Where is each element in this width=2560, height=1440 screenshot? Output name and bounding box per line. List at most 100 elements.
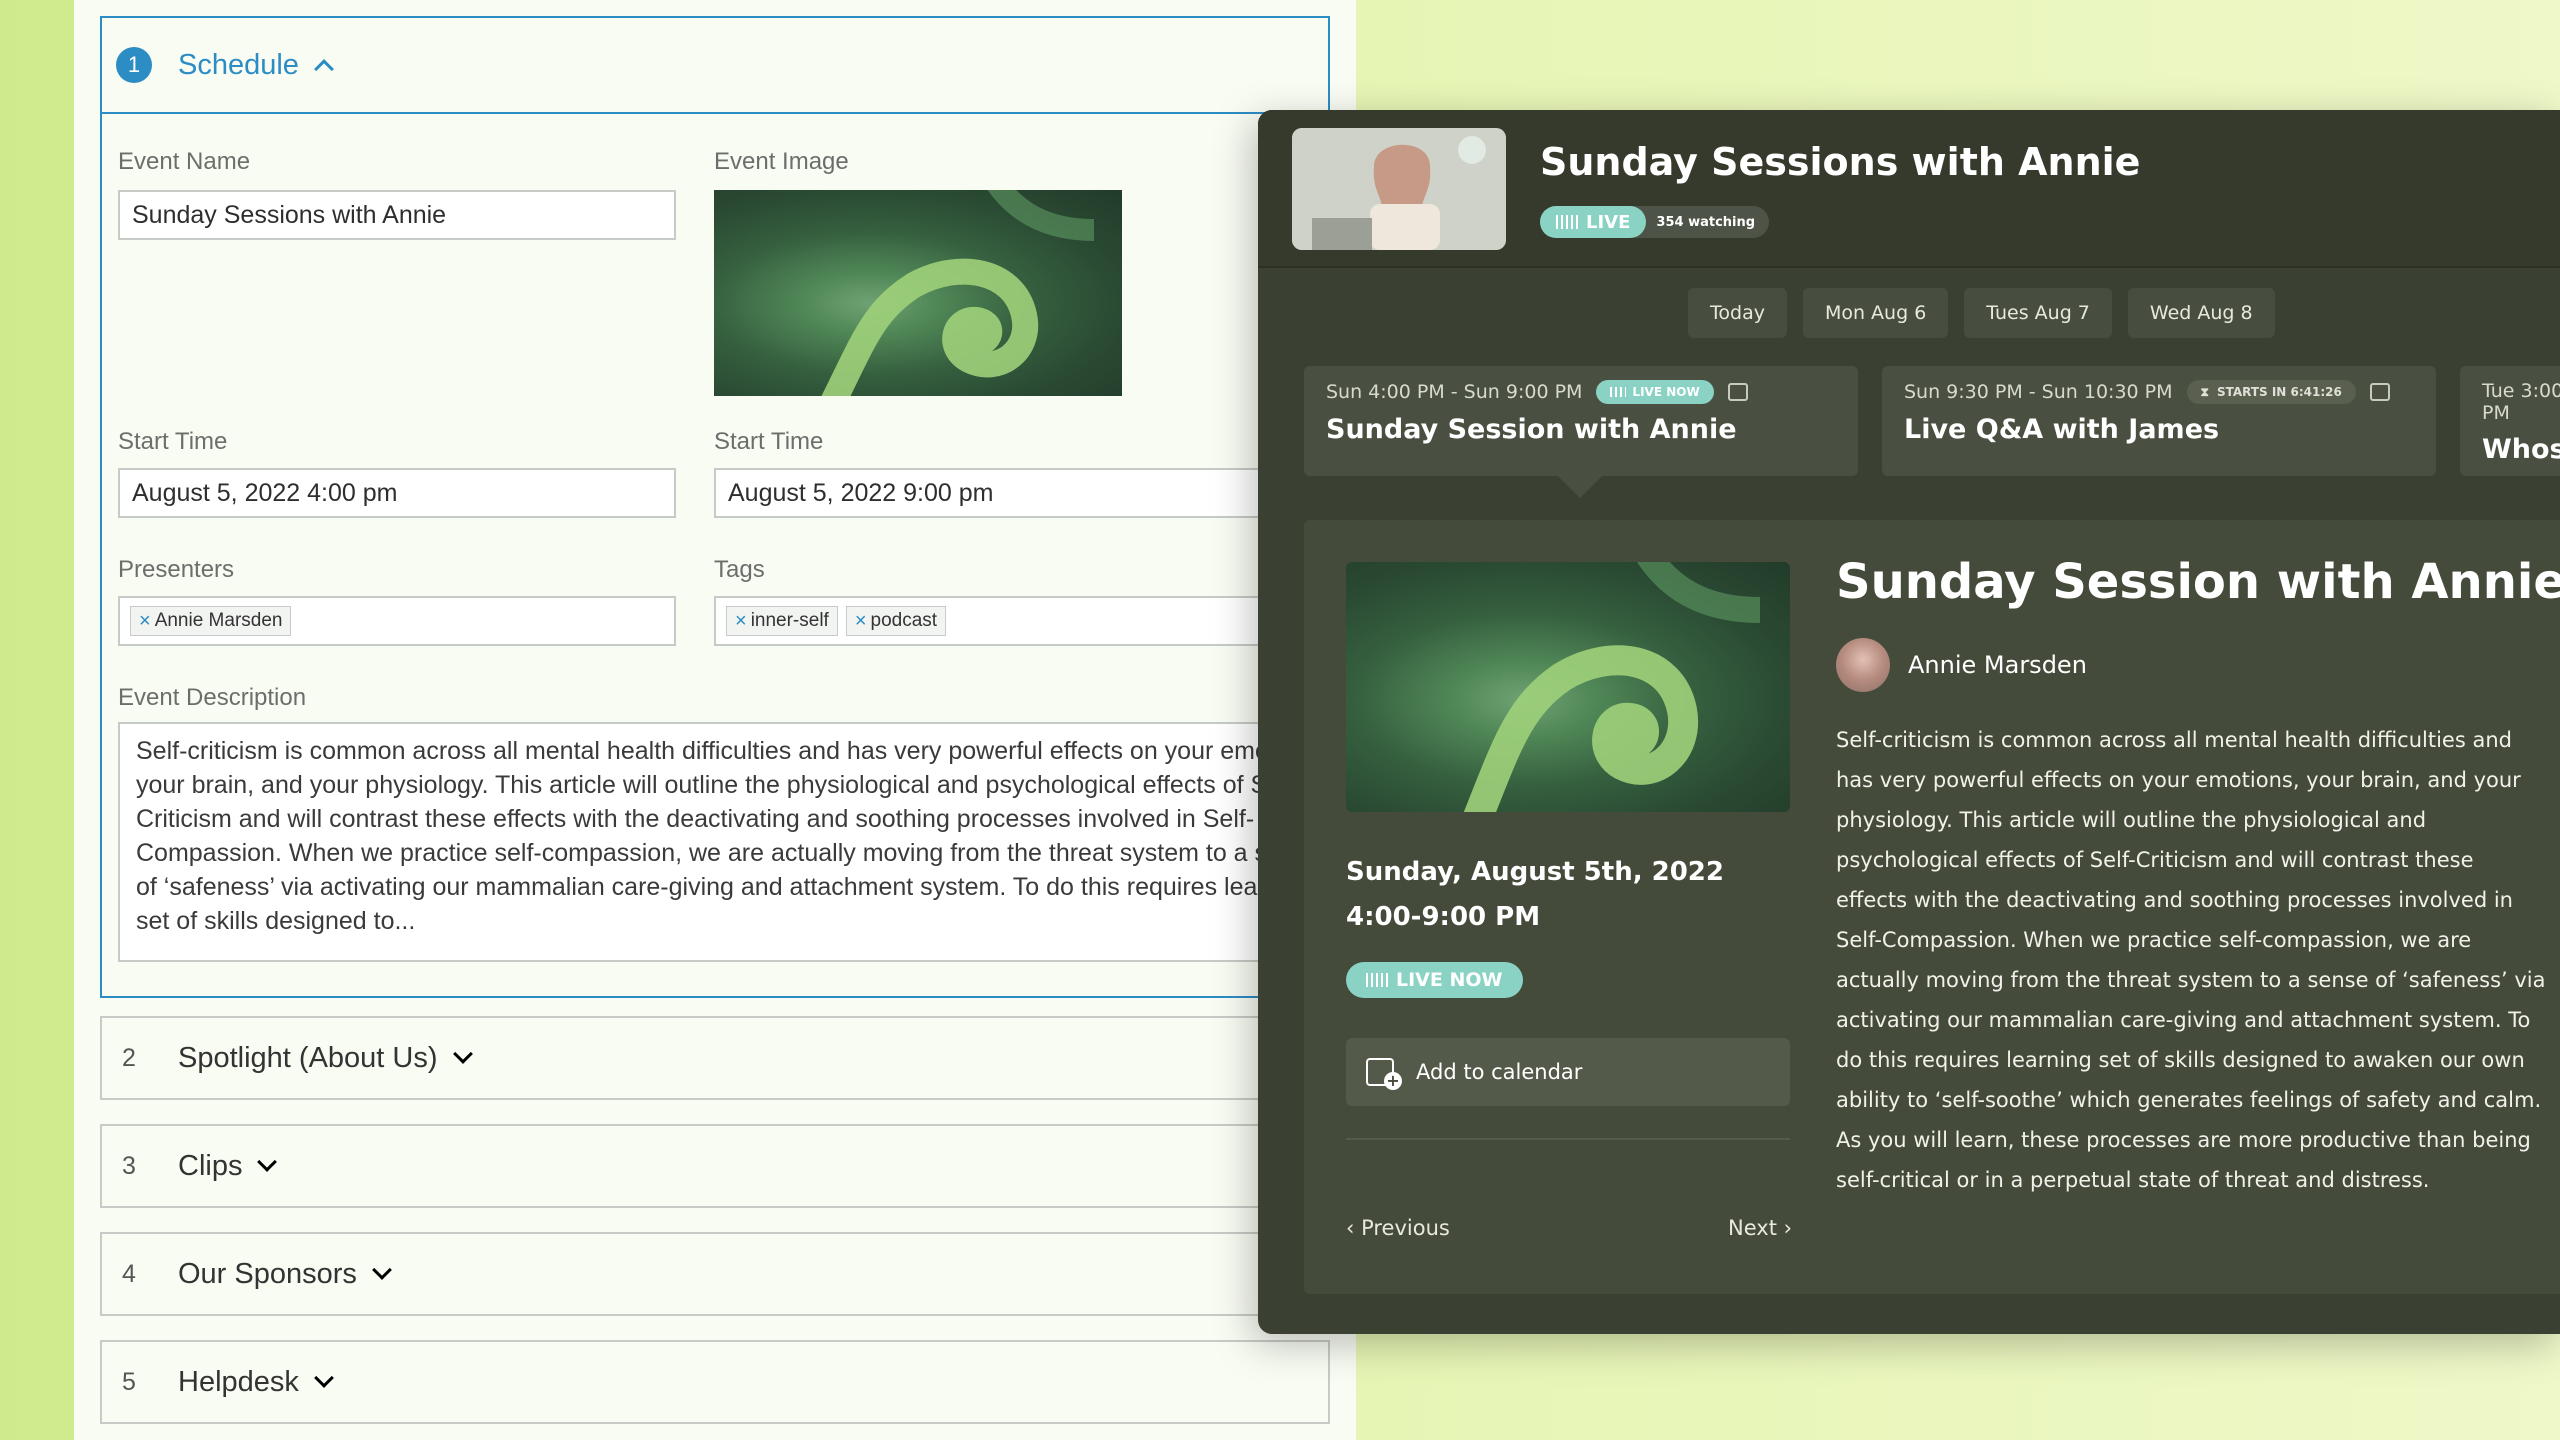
remove-icon[interactable]: × [139,610,151,633]
add-to-calendar-label: Add to calendar [1416,1060,1583,1084]
next-label: Next [1728,1216,1777,1240]
session-time-row: Sun 4:00 PM - Sun 9:00 PM LIVE NOW [1326,380,1836,404]
chevron-right-icon: › [1776,1216,1792,1240]
stream-thumbnail[interactable] [1292,128,1506,250]
section-title: Helpdesk [178,1365,299,1398]
presenter[interactable]: Annie Marsden [1836,638,2087,692]
live-wave-icon [1610,387,1627,397]
event-name-field[interactable]: Sunday Sessions with Annie [118,190,676,240]
next-button[interactable]: Next › [1728,1216,1792,1240]
section-number: 3 [122,1151,136,1180]
live-badge: LIVE [1540,206,1647,238]
avatar [1836,638,1890,692]
tag-chip[interactable]: × inner-self [726,606,838,636]
session-time: Sun 4:00 PM - Sun 9:00 PM [1326,381,1583,403]
section-schedule-header[interactable]: 1 Schedule [102,18,1328,114]
section-schedule: 1 Schedule Event Name Sunday Sessions wi… [100,16,1348,998]
session-title: Sunday Session with Annie [1326,414,1737,445]
session-card-active[interactable]: Sun 4:00 PM - Sun 9:00 PM LIVE NOW Sunda… [1304,366,1858,476]
badge-label: LIVE NOW [1632,385,1700,399]
starts-in-badge: ⧗ STARTS IN 6:41:26 [2186,380,2356,404]
section-helpdesk[interactable]: 5 Helpdesk [100,1340,1330,1424]
add-to-calendar-button[interactable]: + Add to calendar [1346,1038,1790,1106]
presenter-chip[interactable]: × Annie Marsden [130,606,292,636]
description-field[interactable]: Self-criticism is common across all ment… [118,722,1348,962]
event-player: Sunday Sessions with Annie LIVE 354 watc… [1258,110,2560,1334]
badge-label: STARTS IN 6:41:26 [2216,385,2342,399]
session-description: Self-criticism is common across all ment… [1836,728,2546,1192]
section-title: Our Sponsors [178,1257,357,1290]
section-title: Spotlight (About Us) [178,1041,438,1074]
session-time: Sun 9:30 PM - Sun 10:30 PM [1904,381,2173,403]
session-card[interactable]: Tue 3:00 PM Whose go [2460,366,2560,476]
event-image[interactable] [714,190,1122,396]
watching-count: 354 watching [1656,214,1756,230]
chevron-down-icon[interactable] [452,1044,473,1064]
section-number: 1 [116,47,152,83]
session-time-row: Tue 3:00 PM [2482,380,2560,424]
session-image [1346,562,1790,812]
session-date: Sunday, August 5th, 2022 4:00-9:00 PM [1346,850,1724,940]
live-label: LIVE [1586,211,1631,233]
player-title: Sunday Sessions with Annie [1540,140,2141,184]
section-number: 4 [122,1259,136,1288]
presenter-name: Annie Marsden [1908,651,2087,679]
section-title: Clips [178,1149,243,1182]
remove-icon[interactable]: × [855,610,867,633]
presenters-field[interactable]: × Annie Marsden [118,596,676,646]
tab-tues-aug-7[interactable]: Tues Aug 7 [1964,288,2112,338]
tags-field[interactable]: × inner-self × podcast [714,596,1334,646]
presenters-label: Presenters [118,556,235,583]
live-wave-icon [1366,973,1388,987]
section-sponsors[interactable]: 4 Our Sponsors [100,1232,1330,1316]
tags-label: Tags [714,556,765,583]
start-time-label: Start Time [118,428,228,455]
hourglass-icon: ⧗ [2200,384,2209,399]
session-title: Whose go [2482,434,2560,465]
plus-icon: + [1384,1072,1402,1090]
previous-button[interactable]: ‹ Previous [1346,1216,1450,1240]
card-pointer [1558,476,1602,498]
live-now-badge: LIVE NOW [1596,380,1714,404]
event-image-label: Event Image [714,148,849,175]
event-name-label: Event Name [118,148,251,175]
day-tabs: Today Mon Aug 6 Tues Aug 7 Wed Aug 8 [1688,288,2275,338]
start-time-field[interactable]: August 5, 2022 4:00 pm [118,468,676,518]
session-time-range: 4:00-9:00 PM [1346,902,1541,932]
section-spotlight[interactable]: 2 Spotlight (About Us) [100,1016,1330,1100]
tag-chip[interactable]: × podcast [845,606,947,636]
chevron-up-icon[interactable] [314,59,334,79]
live-wave-icon [1556,215,1578,229]
session-time: Tue 3:00 PM [2482,380,2560,424]
session-title: Sunday Session with Annie [1836,554,2560,610]
previous-label: Previous [1361,1216,1450,1240]
section-title: Schedule [178,48,299,81]
tab-wed-aug-8[interactable]: Wed Aug 8 [2127,288,2275,338]
section-number: 5 [122,1367,136,1396]
remove-icon[interactable]: × [735,610,747,633]
player-header: Sunday Sessions with Annie LIVE 354 watc… [1258,110,2560,268]
session-title: Live Q&A with James [1904,414,2220,445]
calendar-add-icon[interactable] [2369,383,2390,401]
chevron-left-icon: ‹ [1346,1216,1362,1240]
description-label: Event Description [118,684,307,711]
live-indicator: LIVE 354 watching [1540,206,1770,238]
session-date-text: Sunday, August 5th, 2022 [1346,857,1724,887]
tab-today[interactable]: Today [1688,288,1787,338]
chevron-down-icon[interactable] [372,1260,392,1280]
calendar-add-icon[interactable] [1727,383,1748,401]
section-number: 2 [122,1043,136,1072]
live-now-badge: LIVE NOW [1346,962,1523,998]
end-time-field[interactable]: August 5, 2022 9:00 pm [714,468,1334,518]
tab-mon-aug-6[interactable]: Mon Aug 6 [1802,288,1949,338]
end-time-label: Start Time [714,428,824,455]
session-card[interactable]: Sun 9:30 PM - Sun 10:30 PM ⧗ STARTS IN 6:… [1882,366,2436,476]
section-clips[interactable]: 3 Clips [100,1124,1330,1208]
chevron-down-icon[interactable] [257,1152,278,1172]
event-editor: 1 Schedule Event Name Sunday Sessions wi… [74,0,1356,1440]
chevron-down-icon[interactable] [314,1368,334,1388]
session-time-row: Sun 9:30 PM - Sun 10:30 PM ⧗ STARTS IN 6:… [1904,380,2414,404]
session-detail: Sunday, August 5th, 2022 4:00-9:00 PM LI… [1304,520,2560,1294]
divider [1346,1138,1790,1140]
live-now-label: LIVE NOW [1396,969,1503,991]
